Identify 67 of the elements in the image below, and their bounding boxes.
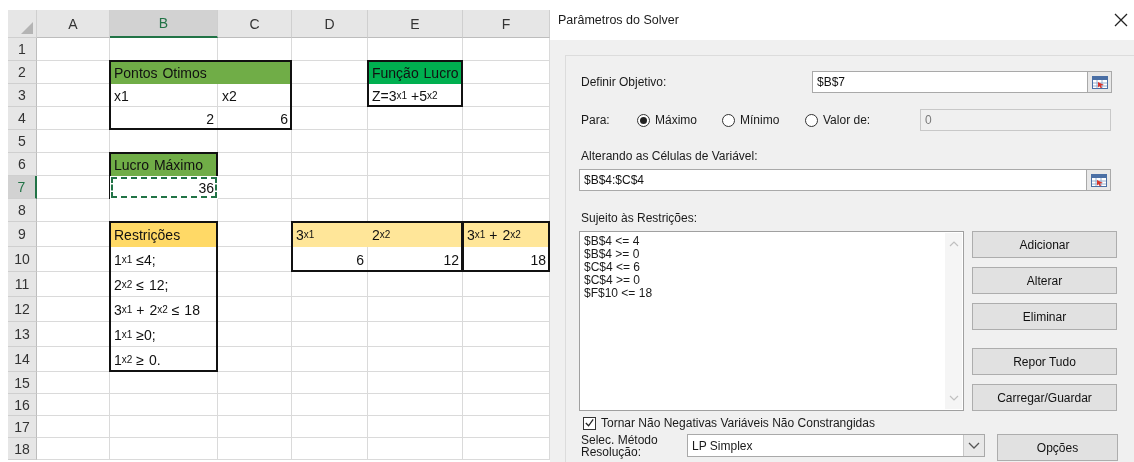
column-header[interactable]: C — [218, 10, 292, 38]
close-icon — [1114, 13, 1128, 27]
constraints-label: Sujeito às Restrições: — [581, 211, 699, 225]
row-header[interactable]: 11 — [8, 272, 37, 297]
row-header[interactable]: 8 — [8, 199, 37, 222]
row-header[interactable]: 3 — [8, 84, 37, 107]
row-header[interactable]: 17 — [8, 416, 37, 438]
caret-icon — [963, 435, 984, 456]
column-header[interactable]: E — [368, 10, 463, 38]
row-header[interactable]: 12 — [8, 297, 37, 322]
change-button[interactable]: Alterar — [972, 267, 1117, 294]
nonnegative-label: Tornar Não Negativas Variáveis Não Constrangidas — [601, 416, 875, 430]
row-header[interactable]: 9 — [8, 222, 37, 247]
objective-field[interactable]: $B$7 — [812, 71, 1088, 93]
radio-button[interactable] — [805, 113, 818, 127]
column-header[interactable]: F — [463, 10, 550, 38]
options-button[interactable]: Opções — [997, 434, 1118, 461]
table-cell-text: 18 — [529, 250, 547, 270]
row-header[interactable]: 2 — [8, 61, 37, 84]
constraint-item[interactable]: $F$10 <= 18 — [584, 287, 653, 300]
constraints-list[interactable]: $B$4 <= 4 $B$4 >= 0 $C$4 <= 6 $C$4 >= 0 $F$10 <= 18 — [579, 231, 964, 411]
table-cell-text: 6 — [279, 109, 289, 129]
range-picker-button[interactable] — [1088, 71, 1112, 93]
table-cell-text: 6 — [355, 250, 365, 270]
row-header[interactable]: 15 — [8, 372, 37, 394]
constraint-item[interactable]: $B$4 <= 4 — [584, 235, 653, 248]
delete-button[interactable]: Eliminar — [972, 303, 1117, 330]
row-header[interactable]: 14 — [8, 347, 37, 372]
radio-option[interactable]: Mínimo — [722, 113, 805, 127]
table-cell-text: 2 — [205, 109, 215, 129]
constraint-item[interactable]: $B$4 >= 0 — [584, 248, 653, 261]
row-header[interactable]: 5 — [8, 130, 37, 153]
range-picker-icon — [1091, 75, 1108, 89]
checkbox[interactable] — [583, 416, 596, 430]
radio-option[interactable]: Valor de: — [805, 113, 920, 127]
table-cell-text: 12 — [442, 250, 460, 270]
row-header[interactable]: 16 — [8, 394, 37, 416]
variables-label: Alterando as Células de Variável: — [581, 149, 759, 163]
load-save-button[interactable]: Carregar/Guardar — [972, 384, 1117, 411]
dialog-title: Parâmetros do Solver — [558, 13, 679, 27]
table-cell-text: x1 — [113, 86, 130, 106]
column-header[interactable]: B — [110, 10, 218, 38]
table-cell-text: x2 — [221, 86, 238, 106]
table-cell: 36 — [110, 176, 218, 199]
method-dropdown[interactable]: LP Simplex — [687, 434, 985, 457]
constraint-item[interactable]: $C$4 <= 6 — [584, 261, 653, 274]
range-picker-button[interactable] — [1087, 169, 1111, 191]
method-label: Selec. Método Resolução: — [581, 434, 659, 458]
row-header[interactable]: 13 — [8, 322, 37, 347]
constraint-item[interactable]: $C$4 >= 0 — [584, 274, 653, 287]
column-header[interactable]: A — [37, 10, 110, 38]
variables-field[interactable]: $B$4:$C$4 — [579, 169, 1087, 191]
row-header[interactable]: 10 — [8, 247, 37, 272]
row-header[interactable]: 1 — [8, 38, 37, 61]
radio-option[interactable]: Máximo — [637, 113, 722, 127]
radio-button[interactable] — [637, 113, 650, 127]
range-picker-icon — [1090, 173, 1107, 187]
column-header[interactable]: D — [292, 10, 368, 38]
row-header[interactable]: 6 — [8, 153, 37, 176]
reset-all-button[interactable]: Repor Tudo — [972, 348, 1117, 375]
row-header[interactable]: 18 — [8, 438, 37, 460]
to-label: Para: — [581, 113, 611, 127]
objective-label: Definir Objetivo: — [581, 75, 668, 89]
radio-button[interactable] — [722, 113, 735, 127]
add-button[interactable]: Adicionar — [972, 231, 1117, 258]
row-header[interactable]: 7 — [8, 176, 37, 199]
row-header[interactable]: 4 — [8, 107, 37, 130]
